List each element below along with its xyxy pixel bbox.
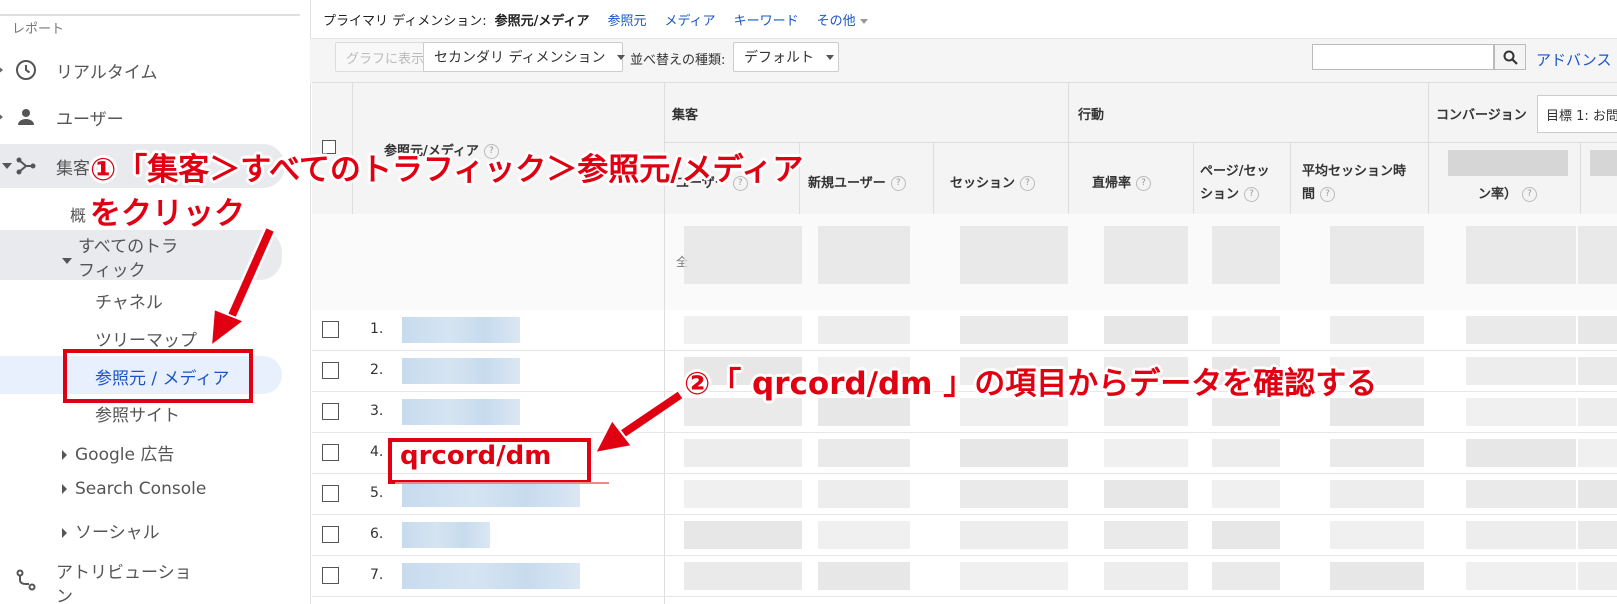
annotation-step1: ①「集客＞すべてのトラフィック＞参照元/メディア <box>90 152 804 188</box>
annotation-arrows <box>209 227 684 455</box>
annotation-step1-cont: をクリック <box>90 196 245 232</box>
red-arrow-icon <box>593 389 684 455</box>
annotation-step2: ②「 qrcord/dm 」の項目からデータを確認する <box>684 366 1378 402</box>
red-arrow-icon <box>209 227 276 349</box>
